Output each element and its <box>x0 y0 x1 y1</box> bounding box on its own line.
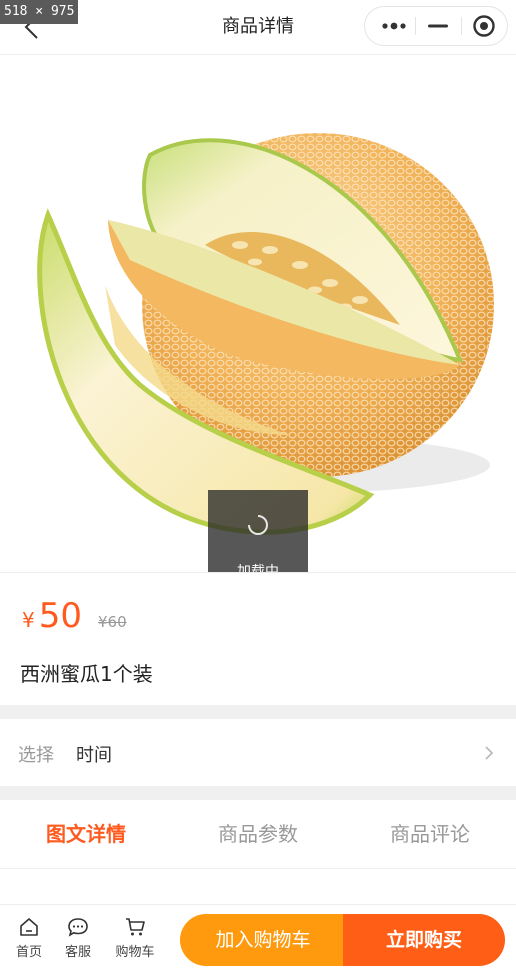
cart-icon <box>126 918 145 936</box>
tab-product-reviews[interactable]: 商品评论 <box>344 800 516 868</box>
section-separator <box>0 705 516 719</box>
mini-program-capsule <box>364 6 508 46</box>
product-image: 加载中 <box>0 55 516 572</box>
chevron-right-icon <box>484 745 494 765</box>
loading-spinner-icon <box>245 512 271 542</box>
chat-bubble-icon <box>68 918 88 937</box>
minimize-icon[interactable] <box>415 7 461 45</box>
spec-label: 选择 <box>18 745 54 766</box>
loading-toast: 加载中 <box>208 490 308 572</box>
product-name: 西洲蜜瓜1个装 <box>20 662 153 686</box>
cart-button[interactable]: 购物车 <box>110 917 160 960</box>
original-price: ¥60 <box>98 613 127 631</box>
spec-select-row[interactable]: 选择 时间 <box>0 718 516 788</box>
spec-value: 时间 <box>76 745 112 766</box>
target-circle-icon[interactable] <box>461 7 507 45</box>
current-price: 50 <box>38 596 82 636</box>
section-separator <box>0 786 516 800</box>
tab-graphic-details[interactable]: 图文详情 <box>0 800 172 868</box>
customer-service-button[interactable]: 客服 <box>53 917 103 960</box>
home-label: 首页 <box>15 945 42 960</box>
add-to-cart-button[interactable]: 加入购物车 <box>180 914 346 966</box>
bottom-action-bar: 首页 客服 购物车 加入购物车 立即购买 <box>0 904 516 974</box>
buy-now-button[interactable]: 立即购买 <box>343 914 505 966</box>
screenshot-size-tag: 518 × 975 <box>0 0 79 24</box>
detail-tabs: 图文详情 商品参数 商品评论 <box>0 800 516 869</box>
cart-label: 购物车 <box>115 945 155 960</box>
divider <box>0 572 516 573</box>
currency-symbol: ¥ <box>22 608 35 632</box>
price-row: ¥ 50 ¥60 <box>22 596 127 646</box>
home-button[interactable]: 首页 <box>4 917 54 960</box>
service-label: 客服 <box>64 945 91 960</box>
home-icon <box>20 918 38 936</box>
more-dots-icon[interactable] <box>371 7 417 45</box>
loading-label: 加载中 <box>237 564 279 572</box>
tab-product-params[interactable]: 商品参数 <box>172 800 344 868</box>
